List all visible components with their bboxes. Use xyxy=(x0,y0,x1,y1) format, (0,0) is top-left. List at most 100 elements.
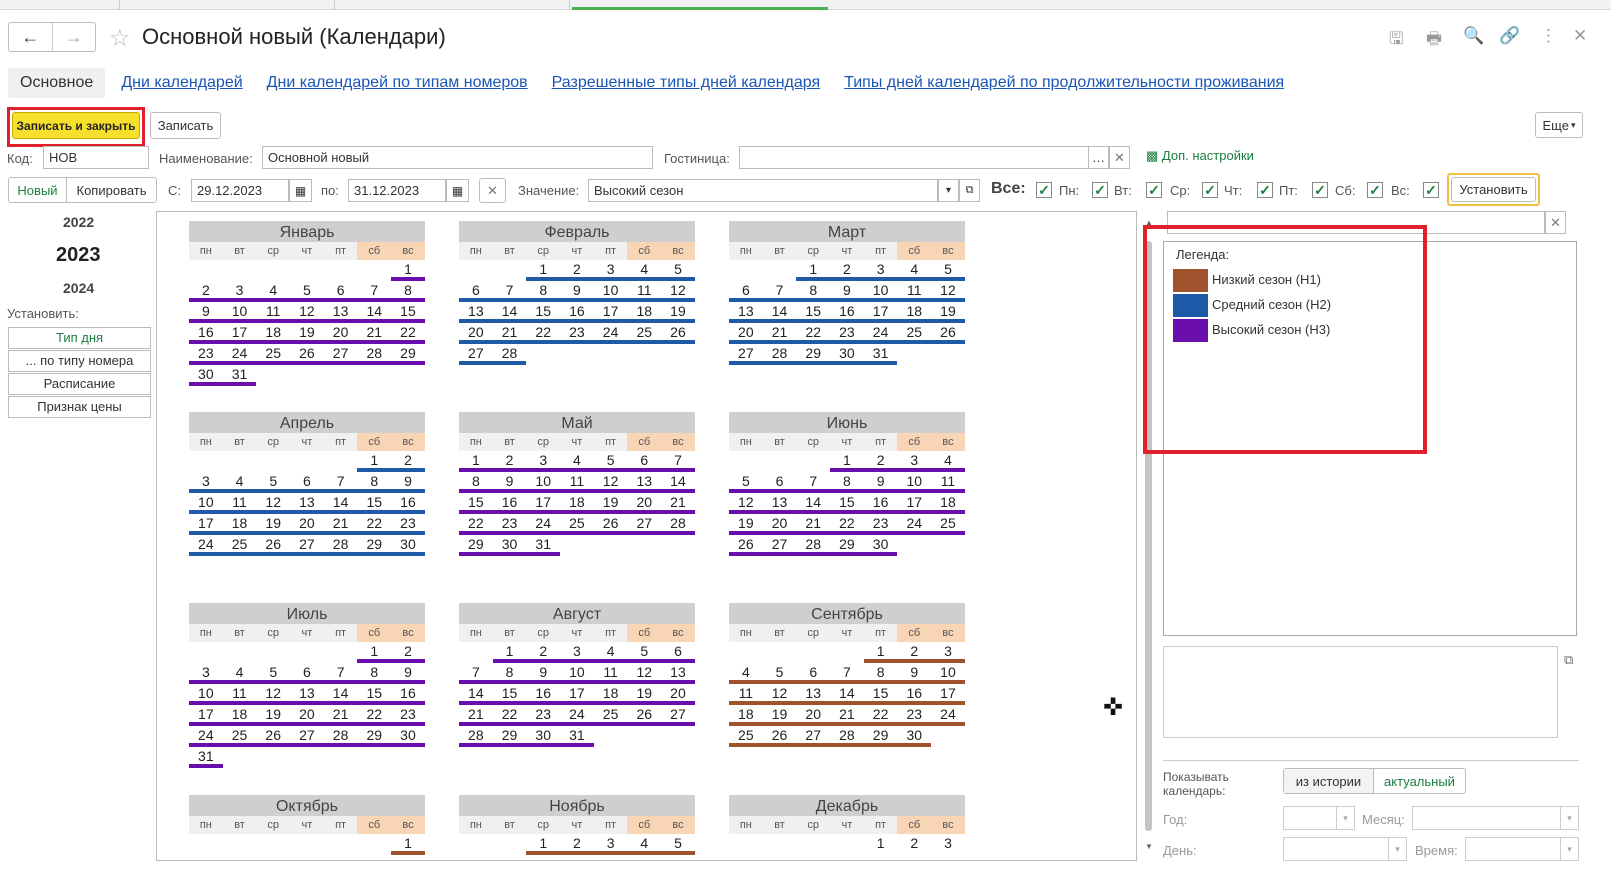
calendar-day[interactable]: 11 xyxy=(222,493,257,514)
set-days-button[interactable]: Установить xyxy=(1447,173,1540,206)
calendar-day[interactable]: 27 xyxy=(661,705,695,726)
calendar-day[interactable]: 29 xyxy=(357,726,392,747)
calendar-day[interactable]: 15 xyxy=(357,493,392,514)
wed-checkbox[interactable]: ✓ xyxy=(1202,182,1218,198)
calendar-day[interactable]: 4 xyxy=(560,451,594,472)
calendar-day[interactable]: 25 xyxy=(931,514,965,535)
calendar-day[interactable]: 14 xyxy=(459,684,493,705)
calendar-day[interactable]: 9 xyxy=(830,281,864,302)
year-select[interactable]: ▾ xyxy=(1283,806,1355,830)
calendar-day[interactable]: 22 xyxy=(459,514,493,535)
calendar-day[interactable]: 30 xyxy=(189,365,223,386)
calendar-day[interactable]: 24 xyxy=(189,535,223,556)
calendar-day[interactable]: 9 xyxy=(526,663,561,684)
calendar-day[interactable]: 7 xyxy=(357,281,392,302)
calendar-day[interactable]: 27 xyxy=(627,514,662,535)
calendar-day[interactable]: 20 xyxy=(661,684,695,705)
calendar-day[interactable]: 4 xyxy=(627,834,662,855)
calendar-day[interactable]: 7 xyxy=(762,281,797,302)
calendar-day[interactable]: 3 xyxy=(863,260,898,281)
month-select[interactable]: ▾ xyxy=(1412,806,1579,830)
calendar-day[interactable]: 21 xyxy=(323,514,358,535)
calendar-day[interactable]: 3 xyxy=(931,834,965,855)
forward-arrow-icon[interactable]: → xyxy=(51,23,96,51)
calendar-day[interactable]: 3 xyxy=(593,834,628,855)
calendar-day[interactable]: 13 xyxy=(729,302,763,323)
calendar-day[interactable]: 5 xyxy=(290,281,324,302)
calendar-day[interactable]: 8 xyxy=(357,663,392,684)
calendar-day[interactable]: 12 xyxy=(256,684,291,705)
calendar-day[interactable]: 28 xyxy=(796,535,831,556)
calendar-day[interactable]: 18 xyxy=(560,493,594,514)
sat-checkbox[interactable]: ✓ xyxy=(1367,182,1383,198)
calendar-day[interactable]: 16 xyxy=(897,684,932,705)
calendar-day[interactable]: 25 xyxy=(256,344,291,365)
calendar-day[interactable]: 24 xyxy=(526,514,561,535)
calendar-day[interactable]: 19 xyxy=(661,302,695,323)
calendar-day[interactable]: 26 xyxy=(290,344,324,365)
calendar-day[interactable]: 21 xyxy=(762,323,797,344)
calendar-day[interactable]: 24 xyxy=(222,344,257,365)
calendar-day[interactable]: 24 xyxy=(931,705,965,726)
set-schedule-button[interactable]: Расписание xyxy=(8,373,151,395)
calendar-day[interactable]: 15 xyxy=(492,684,527,705)
calendar-day[interactable]: 6 xyxy=(762,472,797,493)
calendar-day[interactable]: 27 xyxy=(290,726,324,747)
calendar-day[interactable]: 25 xyxy=(222,726,257,747)
calendar-day[interactable]: 30 xyxy=(830,344,864,365)
calendar-day[interactable]: 17 xyxy=(526,493,561,514)
calendar-day[interactable]: 13 xyxy=(323,302,358,323)
calendar-day[interactable]: 1 xyxy=(830,451,864,472)
year-next[interactable]: 2024 xyxy=(63,280,94,296)
calendar-day[interactable]: 8 xyxy=(391,281,425,302)
calendar-day[interactable]: 15 xyxy=(863,684,898,705)
calendar-day[interactable]: 19 xyxy=(256,514,291,535)
calendar-day[interactable]: 1 xyxy=(526,260,561,281)
calendar-day[interactable]: 29 xyxy=(830,535,864,556)
calendar-day[interactable]: 5 xyxy=(729,472,763,493)
close-icon[interactable]: ✕ xyxy=(1573,26,1587,46)
calendar-day[interactable]: 3 xyxy=(189,472,223,493)
calendar-day[interactable]: 14 xyxy=(830,684,864,705)
calendar-day[interactable]: 2 xyxy=(492,451,527,472)
calendar-day[interactable]: 26 xyxy=(931,323,965,344)
calendar-day[interactable]: 14 xyxy=(661,472,695,493)
calendar-day[interactable]: 16 xyxy=(863,493,898,514)
calendar-day[interactable]: 29 xyxy=(796,344,831,365)
calendar-day[interactable]: 16 xyxy=(526,684,561,705)
code-field[interactable]: НОВ xyxy=(43,146,149,169)
calendar-day[interactable]: 14 xyxy=(492,302,527,323)
calendar-day[interactable]: 27 xyxy=(290,535,324,556)
calendar-day[interactable]: 1 xyxy=(796,260,831,281)
calendar-day[interactable]: 8 xyxy=(357,472,392,493)
calendar-day[interactable]: 10 xyxy=(560,663,594,684)
calendar-day[interactable]: 23 xyxy=(492,514,527,535)
calendar-day[interactable]: 1 xyxy=(357,642,392,663)
calendar-day[interactable]: 18 xyxy=(593,684,628,705)
calendar-day[interactable]: 11 xyxy=(931,472,965,493)
calendar-day[interactable]: 29 xyxy=(391,344,425,365)
calendar-day[interactable]: 17 xyxy=(560,684,594,705)
calendar-day[interactable]: 26 xyxy=(627,705,662,726)
calendar-day[interactable]: 24 xyxy=(863,323,898,344)
calendar-day[interactable]: 23 xyxy=(560,323,594,344)
calendar-day[interactable]: 30 xyxy=(391,535,425,556)
year-current[interactable]: 2023 xyxy=(56,244,101,267)
calendar-day[interactable]: 5 xyxy=(627,642,662,663)
save-icon[interactable]: 🖫 xyxy=(1389,26,1403,55)
from-history-button[interactable]: из истории xyxy=(1284,769,1374,793)
calendar-day[interactable]: 1 xyxy=(863,642,898,663)
calendar-day[interactable]: 20 xyxy=(323,323,358,344)
day-select[interactable]: ▾ xyxy=(1283,837,1407,861)
calendar-day[interactable]: 20 xyxy=(627,493,662,514)
calendar-day[interactable]: 28 xyxy=(459,726,493,747)
calendar-day[interactable]: 17 xyxy=(222,323,257,344)
calendar-day[interactable]: 1 xyxy=(391,260,425,281)
time-select[interactable]: ▾ xyxy=(1465,837,1579,861)
calendar-day[interactable]: 12 xyxy=(931,281,965,302)
calendar-day[interactable]: 13 xyxy=(661,663,695,684)
calendar-day[interactable]: 26 xyxy=(729,535,763,556)
calendar-day[interactable]: 15 xyxy=(526,302,561,323)
calendar-day[interactable]: 23 xyxy=(830,323,864,344)
year-prev[interactable]: 2022 xyxy=(63,214,94,230)
